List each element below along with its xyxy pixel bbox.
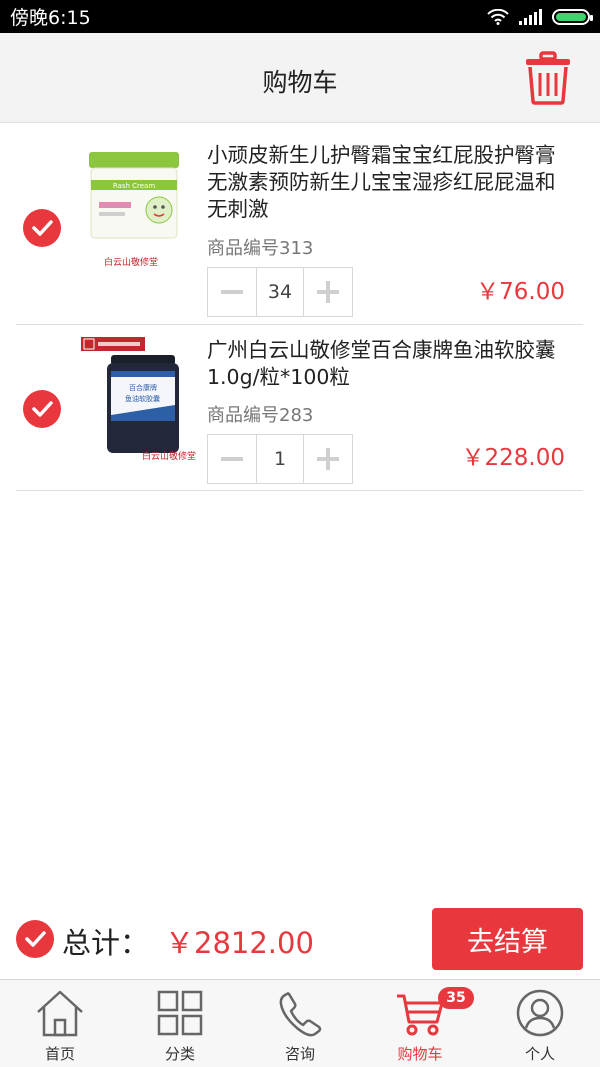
quantity-input[interactable]: 1 bbox=[256, 435, 304, 483]
tab-home[interactable]: 首页 bbox=[0, 980, 120, 1067]
plus-icon bbox=[317, 281, 339, 303]
increment-button[interactable] bbox=[304, 435, 352, 483]
check-icon bbox=[32, 401, 53, 417]
page-title: 购物车 bbox=[262, 68, 338, 97]
tab-label: 咨询 bbox=[284, 1045, 315, 1063]
product-price: ￥76.00 bbox=[476, 279, 565, 305]
item-checkbox[interactable] bbox=[23, 390, 61, 428]
status-icons bbox=[487, 8, 593, 25]
total-value: ￥2812.00 bbox=[165, 926, 314, 960]
wifi-icon bbox=[487, 8, 509, 25]
svg-text:Rash Cream: Rash Cream bbox=[113, 182, 156, 190]
product-image[interactable]: 百合康牌 鱼油软胶囊 白云山敬修堂 bbox=[81, 335, 201, 465]
total-label: 总计： bbox=[62, 926, 150, 960]
svg-text:白云山敬修堂: 白云山敬修堂 bbox=[104, 256, 158, 268]
svg-text:白云山敬修堂: 白云山敬修堂 bbox=[142, 450, 196, 462]
cart-list: Rash Cream 白云山敬修堂 小顽皮新生儿护臀霜宝宝红屁股护臀膏无激素预防… bbox=[16, 124, 583, 491]
svg-text:百合康牌: 百合康牌 bbox=[129, 383, 157, 392]
product-price: ￥228.00 bbox=[461, 445, 565, 471]
tab-label: 分类 bbox=[164, 1045, 195, 1063]
tab-label: 首页 bbox=[44, 1045, 75, 1063]
tab-category[interactable]: 分类 bbox=[120, 980, 240, 1067]
home-icon bbox=[37, 990, 83, 1037]
quantity-stepper: 1 bbox=[207, 434, 353, 484]
status-bar: 傍晚6:15 bbox=[0, 0, 600, 33]
cart-screen: 傍晚6:15 购物车 Rash Cream 白云山敬修堂 小顽皮新生儿护臀霜宝宝… bbox=[0, 0, 600, 1067]
plus-icon bbox=[317, 448, 339, 470]
product-code: 商品编号313 bbox=[207, 238, 314, 259]
phone-icon bbox=[279, 992, 322, 1037]
product-image[interactable]: Rash Cream 白云山敬修堂 bbox=[81, 144, 201, 274]
tab-profile[interactable]: 个人 bbox=[480, 980, 600, 1067]
status-time: 傍晚6:15 bbox=[10, 7, 91, 29]
svg-text:鱼油软胶囊: 鱼油软胶囊 bbox=[125, 394, 160, 403]
decrement-button[interactable] bbox=[208, 268, 256, 316]
minus-icon bbox=[221, 290, 243, 294]
header: 购物车 bbox=[0, 33, 600, 123]
checkout-button[interactable]: 去结算 bbox=[432, 908, 583, 970]
cart-count-badge: 35 bbox=[438, 987, 474, 1009]
checkout-bar: 总计： ￥2812.00 去结算 bbox=[0, 896, 600, 980]
quantity-input[interactable]: 34 bbox=[256, 268, 304, 316]
trash-icon bbox=[526, 51, 570, 105]
product-name[interactable]: 广州白云山敬修堂百合康牌鱼油软胶囊 1.0g/粒*100粒 bbox=[207, 337, 567, 391]
cart-item: Rash Cream 白云山敬修堂 小顽皮新生儿护臀霜宝宝红屁股护臀膏无激素预防… bbox=[16, 124, 583, 325]
product-code: 商品编号283 bbox=[207, 405, 314, 426]
minus-icon bbox=[221, 457, 243, 461]
check-icon bbox=[32, 220, 53, 236]
tab-cart[interactable]: 35 购物车 bbox=[360, 980, 480, 1067]
product-name[interactable]: 小顽皮新生儿护臀霜宝宝红屁股护臀膏无激素预防新生儿宝宝湿疹红屁屁温和无刺激 bbox=[207, 142, 567, 223]
delete-button[interactable] bbox=[524, 51, 572, 105]
battery-icon bbox=[552, 8, 593, 25]
tab-label: 个人 bbox=[524, 1045, 555, 1063]
decrement-button[interactable] bbox=[208, 435, 256, 483]
tab-label: 购物车 bbox=[397, 1045, 443, 1063]
grid-icon bbox=[157, 990, 203, 1036]
check-icon bbox=[25, 931, 46, 947]
tab-consult[interactable]: 咨询 bbox=[240, 980, 360, 1067]
person-icon bbox=[516, 989, 564, 1037]
select-all-checkbox[interactable] bbox=[16, 920, 54, 958]
quantity-stepper: 34 bbox=[207, 267, 353, 317]
cart-item: 百合康牌 鱼油软胶囊 白云山敬修堂 广州白云山敬修堂百合康牌鱼油软胶囊 1.0g… bbox=[16, 325, 583, 491]
item-checkbox[interactable] bbox=[23, 209, 61, 247]
tab-bar: 首页 分类 咨询 35 购物车 个人 bbox=[0, 979, 600, 1067]
signal-icon bbox=[519, 8, 542, 25]
increment-button[interactable] bbox=[304, 268, 352, 316]
